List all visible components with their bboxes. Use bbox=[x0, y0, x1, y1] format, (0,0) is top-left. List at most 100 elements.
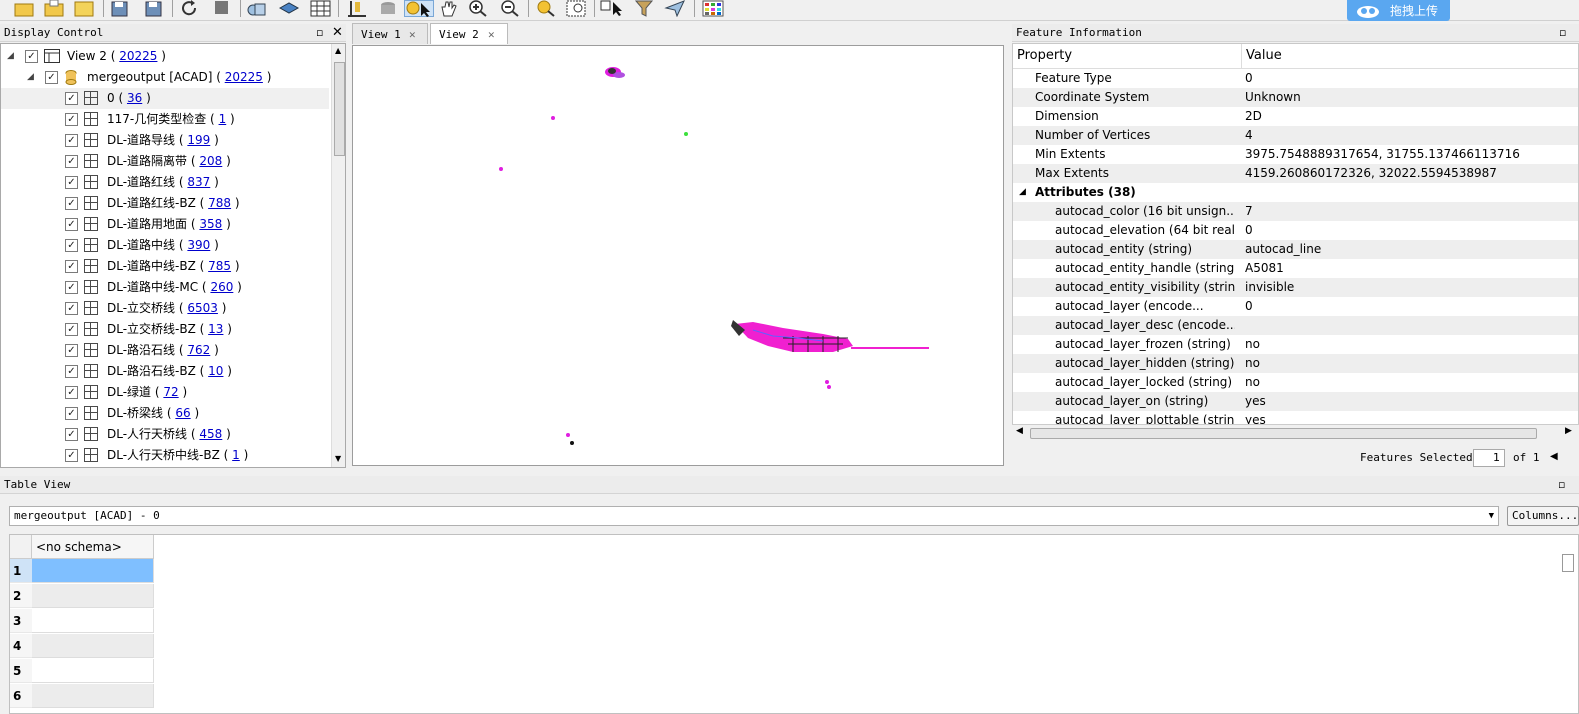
layer-item[interactable]: ✓ 0 ( 36 ) bbox=[1, 88, 329, 109]
expand-arrow-icon[interactable]: ◢ bbox=[7, 46, 14, 67]
table-cell[interactable] bbox=[32, 684, 154, 708]
new-folder-icon[interactable] bbox=[14, 0, 34, 17]
attribute-row[interactable]: autocad_color (16 bit unsign... 7 bbox=[1013, 202, 1578, 221]
dropdown-arrow-icon[interactable]: ▼ bbox=[1489, 507, 1494, 525]
layer-checkbox[interactable]: ✓ bbox=[65, 218, 78, 231]
database-icon[interactable] bbox=[378, 0, 398, 17]
layer-checkbox[interactable]: ✓ bbox=[65, 344, 78, 357]
layer-count-link[interactable]: 208 bbox=[199, 154, 222, 168]
layer-item[interactable]: ✓ DL-路沿石线 ( 762 ) bbox=[1, 340, 329, 361]
save-icon[interactable] bbox=[110, 0, 130, 17]
layer-item[interactable]: ✓ DL-道路中线-BZ ( 785 ) bbox=[1, 256, 329, 277]
layer-item[interactable]: ✓ DL-道路红线-BZ ( 788 ) bbox=[1, 193, 329, 214]
navigate-icon[interactable] bbox=[664, 0, 685, 18]
layer-checkbox[interactable]: ✓ bbox=[65, 386, 78, 399]
layer-checkbox[interactable]: ✓ bbox=[65, 323, 78, 336]
layer-count-link[interactable]: 1 bbox=[219, 112, 227, 126]
attribute-row[interactable]: autocad_elevation (64 bit real) 0 bbox=[1013, 221, 1578, 240]
attributes-group[interactable]: ◢ Attributes (38) bbox=[1013, 183, 1578, 202]
pan-hand-icon[interactable] bbox=[438, 0, 458, 17]
layer-count-link[interactable]: 36 bbox=[127, 91, 142, 105]
float-panel-icon[interactable]: ▫ bbox=[1558, 476, 1565, 494]
row-header[interactable]: 1 bbox=[10, 559, 32, 583]
shapes-icon[interactable] bbox=[246, 0, 266, 17]
layer-checkbox[interactable]: ✓ bbox=[65, 407, 78, 420]
layer-count-link[interactable]: 72 bbox=[163, 385, 178, 399]
layer-count-link[interactable]: 66 bbox=[175, 406, 190, 420]
collapse-arrow-icon[interactable]: ◢ bbox=[1019, 183, 1026, 202]
layer-item[interactable]: ✓ DL-道路中线 ( 390 ) bbox=[1, 235, 329, 256]
column-header[interactable]: <no schema> bbox=[32, 535, 154, 559]
upload-button[interactable]: 拖拽上传 bbox=[1347, 0, 1450, 21]
open-folder-icon[interactable] bbox=[44, 0, 64, 17]
expand-arrow-icon[interactable]: ◢ bbox=[27, 67, 34, 88]
attribute-row[interactable]: autocad_layer_on (string) yes bbox=[1013, 392, 1578, 411]
zoom-out-icon[interactable] bbox=[500, 0, 520, 17]
property-row[interactable]: Feature Type 0 bbox=[1013, 69, 1578, 88]
column-value[interactable]: Value bbox=[1246, 44, 1282, 68]
layer-checkbox[interactable]: ✓ bbox=[65, 155, 78, 168]
features-selected-input[interactable]: 1 bbox=[1473, 449, 1505, 467]
row-header[interactable]: 6 bbox=[10, 684, 32, 708]
row-header[interactable]: 4 bbox=[10, 634, 32, 658]
layer-item[interactable]: ✓ DL-道路红线 ( 837 ) bbox=[1, 172, 329, 193]
measure-icon[interactable] bbox=[346, 0, 366, 17]
layer-checkbox[interactable]: ✓ bbox=[65, 197, 78, 210]
layer-checkbox[interactable]: ✓ bbox=[65, 92, 78, 105]
layer-count-link[interactable]: 458 bbox=[199, 427, 222, 441]
scroll-down-icon[interactable]: ▼ bbox=[335, 454, 341, 463]
table-scroll-handle[interactable] bbox=[1562, 554, 1574, 572]
layer-item[interactable]: ✓ DL-绿道 ( 72 ) bbox=[1, 382, 329, 403]
layer-count-link[interactable]: 785 bbox=[208, 259, 231, 273]
layer-item[interactable]: ✓ DL-立交桥线-BZ ( 13 ) bbox=[1, 319, 329, 340]
vertical-scrollbar[interactable]: ▲ ▼ bbox=[331, 44, 345, 467]
columns-button[interactable]: Columns... bbox=[1507, 506, 1579, 526]
close-panel-icon[interactable]: ✕ bbox=[332, 24, 343, 42]
float-panel-icon[interactable]: ▫ bbox=[1559, 24, 1566, 42]
save-as-icon[interactable] bbox=[144, 0, 164, 17]
table-icon[interactable] bbox=[310, 0, 331, 17]
property-row[interactable]: Max Extents 4159.260860172326, 32022.5594… bbox=[1013, 164, 1578, 183]
layer-item[interactable]: ✓ DL-道路隔离带 ( 208 ) bbox=[1, 151, 329, 172]
layer-checkbox[interactable]: ✓ bbox=[65, 428, 78, 441]
layer-item[interactable]: ✓ DL-路沿石线-BZ ( 10 ) bbox=[1, 361, 329, 382]
layers-icon[interactable] bbox=[278, 0, 300, 17]
scroll-thumb[interactable] bbox=[334, 62, 345, 156]
tab-view-1[interactable]: View 1 ✕ bbox=[352, 23, 428, 44]
filter-icon[interactable] bbox=[634, 0, 654, 17]
select-feature-icon[interactable] bbox=[600, 0, 628, 17]
close-tab-icon[interactable]: ✕ bbox=[488, 24, 495, 45]
layer-checkbox[interactable]: ✓ bbox=[65, 365, 78, 378]
table-cell[interactable] bbox=[32, 559, 154, 583]
layer-count-link[interactable]: 260 bbox=[210, 280, 233, 294]
zoom-extent-icon[interactable] bbox=[566, 0, 586, 17]
layer-item[interactable]: ✓ DL-人行天桥中线-BZ ( 1 ) bbox=[1, 445, 329, 466]
scroll-left-icon[interactable]: ◀ bbox=[1016, 426, 1023, 436]
layer-checkbox[interactable]: ✓ bbox=[65, 302, 78, 315]
float-panel-icon[interactable]: ▫ bbox=[316, 24, 323, 42]
horizontal-scrollbar[interactable]: ◀ ▶ bbox=[1012, 424, 1579, 441]
layer-item[interactable]: ✓ 117-几何类型检查 ( 1 ) bbox=[1, 109, 329, 130]
table-cell[interactable] bbox=[32, 634, 154, 658]
layer-count-link[interactable]: 390 bbox=[187, 238, 210, 252]
attribute-row[interactable]: autocad_layer_hidden (string) no bbox=[1013, 354, 1578, 373]
scroll-thumb[interactable] bbox=[1030, 428, 1537, 439]
layer-item[interactable]: ✓ DL-道路导线 ( 199 ) bbox=[1, 130, 329, 151]
layer-item[interactable]: ✓ DL-道路中线-MC ( 260 ) bbox=[1, 277, 329, 298]
attribute-row[interactable]: autocad_layer_frozen (string) no bbox=[1013, 335, 1578, 354]
folder-icon[interactable] bbox=[74, 0, 94, 17]
attribute-row[interactable]: autocad_entity_visibility (string) invisi… bbox=[1013, 278, 1578, 297]
layer-count-link[interactable]: 1 bbox=[232, 448, 240, 462]
layer-checkbox[interactable]: ✓ bbox=[65, 176, 78, 189]
identify-icon[interactable] bbox=[536, 0, 556, 17]
stop-icon[interactable] bbox=[212, 0, 232, 17]
table-cell[interactable] bbox=[32, 609, 154, 633]
layer-count-link[interactable]: 788 bbox=[208, 196, 231, 210]
map-canvas[interactable] bbox=[352, 45, 1004, 466]
scroll-up-icon[interactable]: ▲ bbox=[335, 46, 341, 55]
property-row[interactable]: Number of Vertices 4 bbox=[1013, 126, 1578, 145]
attribute-row[interactable]: autocad_entity (string) autocad_line bbox=[1013, 240, 1578, 259]
color-grid-icon[interactable] bbox=[702, 0, 724, 17]
view-checkbox[interactable]: ✓ bbox=[25, 50, 38, 63]
layer-item[interactable]: ✓ DL-立交桥线 ( 6503 ) bbox=[1, 298, 329, 319]
